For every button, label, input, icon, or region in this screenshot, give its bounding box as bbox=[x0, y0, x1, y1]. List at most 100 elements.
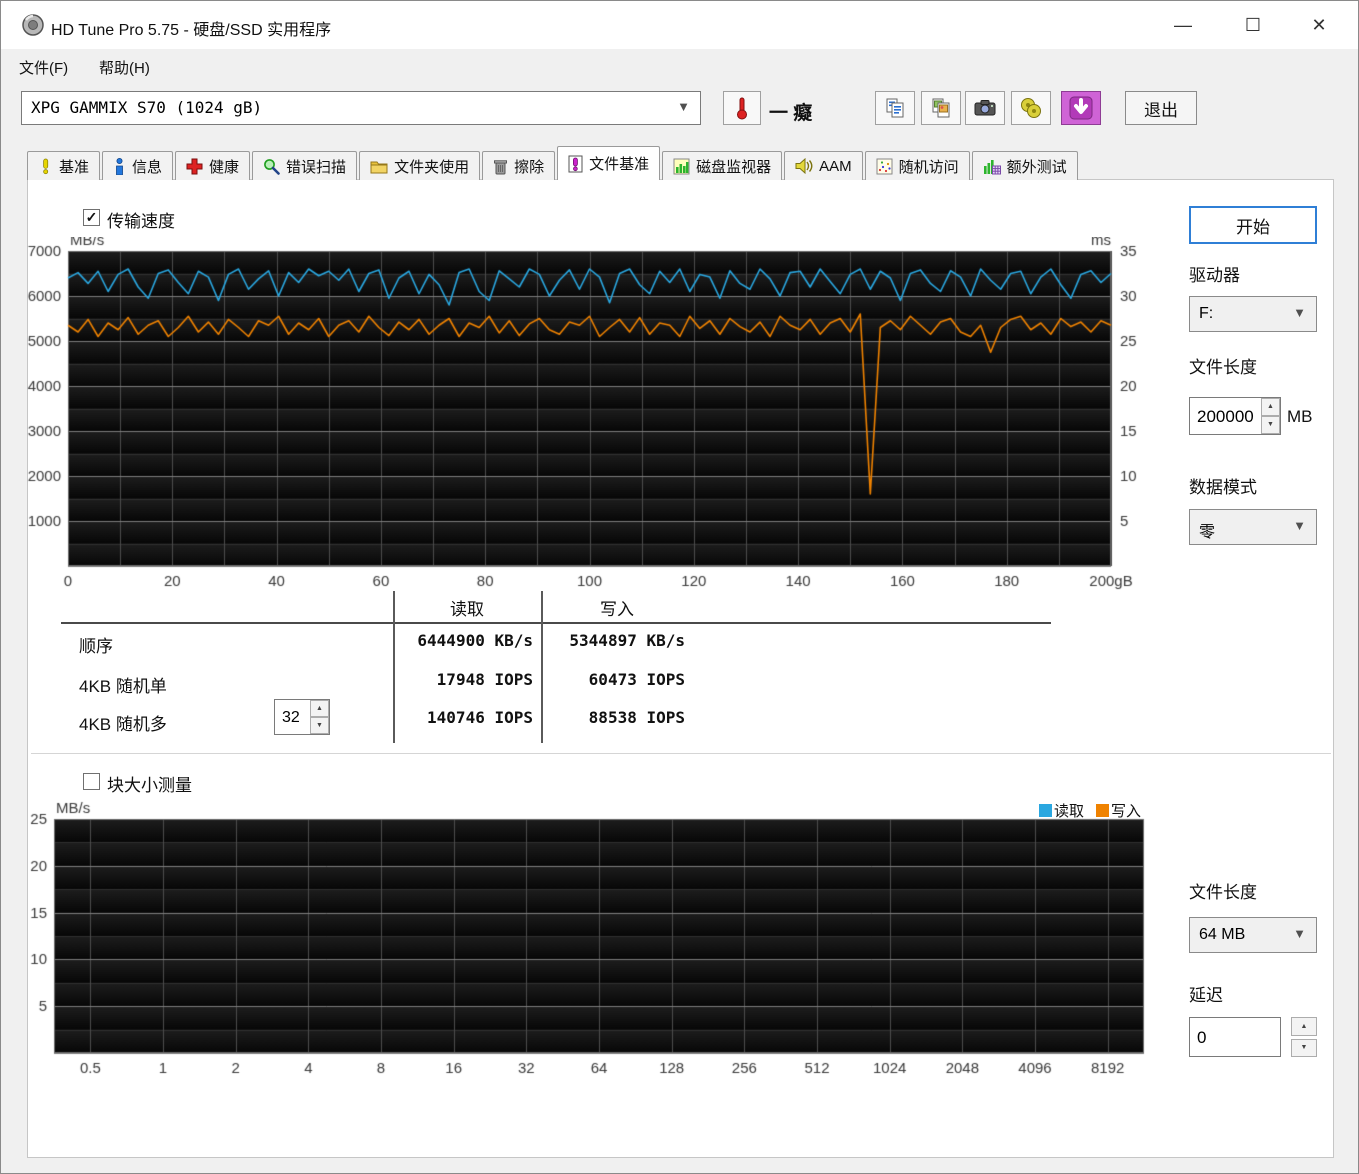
tab-error-scan[interactable]: 错误扫描 bbox=[252, 151, 358, 180]
copy-text-button[interactable] bbox=[875, 91, 915, 125]
temperature-button[interactable] bbox=[723, 91, 761, 125]
menu-file[interactable]: 文件(F) bbox=[7, 54, 80, 81]
spin-down-button[interactable]: ▼ bbox=[1261, 416, 1280, 434]
tab-disk-monitor[interactable]: 磁盘监视器 bbox=[662, 151, 783, 180]
transfer-speed-checkbox[interactable] bbox=[83, 209, 100, 226]
write-swatch bbox=[1096, 804, 1110, 817]
file-length-input[interactable] bbox=[1190, 398, 1262, 436]
file-length2-select[interactable]: 64 MB ▼ bbox=[1189, 917, 1317, 953]
tab-folder-usage[interactable]: 文件夹使用 bbox=[359, 151, 481, 180]
delay-input[interactable] bbox=[1190, 1018, 1280, 1058]
disk-monitor-icon bbox=[673, 158, 690, 174]
table-header-divider bbox=[61, 622, 1051, 624]
chevron-down-icon: ▼ bbox=[1293, 305, 1306, 320]
close-button[interactable]: ✕ bbox=[1294, 7, 1344, 43]
sequential-read-value: 6444900 KB/s bbox=[417, 631, 533, 650]
4kb-multi-write-value: 88538 IOPS bbox=[588, 708, 685, 727]
benchmark-icon bbox=[43, 158, 49, 174]
start-button[interactable]: 开始 bbox=[1189, 206, 1317, 244]
spin-up-button[interactable]: ▲ bbox=[1261, 398, 1280, 416]
tab-info[interactable]: 信息 bbox=[102, 151, 174, 180]
menu-help[interactable]: 帮助(H) bbox=[87, 54, 162, 81]
spin-down-button[interactable]: ▼ bbox=[1291, 1038, 1317, 1057]
delay-label: 延迟 bbox=[1189, 986, 1223, 1005]
drive-label: 驱动器 bbox=[1189, 266, 1240, 285]
info-icon bbox=[116, 157, 123, 175]
temperature-value: 一 癡 bbox=[769, 103, 813, 124]
spin-up-button[interactable]: ▲ bbox=[1291, 1017, 1317, 1036]
screenshot-button[interactable] bbox=[965, 91, 1005, 125]
delay-spinner: ▲ ▼ bbox=[1291, 1017, 1317, 1057]
exit-button[interactable]: 退出 bbox=[1125, 91, 1197, 125]
speaker-icon bbox=[795, 158, 813, 174]
spin-down-button[interactable]: ▼ bbox=[310, 717, 329, 734]
copy-text-icon bbox=[886, 98, 904, 118]
row-4kb-single-label: 4KB 随机单 bbox=[79, 677, 167, 696]
4kb-single-read-value: 17948 IOPS bbox=[436, 670, 533, 689]
block-size-chart bbox=[19, 799, 1169, 1089]
camera-icon bbox=[974, 100, 996, 116]
chevron-down-icon: ▼ bbox=[677, 99, 690, 114]
sequential-write-value: 5344897 KB/s bbox=[569, 631, 685, 650]
data-mode-select[interactable]: 零 ▼ bbox=[1189, 509, 1317, 545]
spin-up-button[interactable]: ▲ bbox=[310, 700, 329, 717]
queue-depth-input[interactable] bbox=[275, 700, 314, 736]
file-benchmark-icon bbox=[568, 155, 583, 172]
minimize-button[interactable]: — bbox=[1158, 7, 1208, 43]
health-cross-icon bbox=[186, 158, 203, 174]
tab-random-access[interactable]: 随机访问 bbox=[864, 151, 970, 180]
chart-legend: 读取 写入 bbox=[1039, 800, 1141, 821]
maximize-button[interactable]: ☐ bbox=[1228, 7, 1278, 43]
drive-select[interactable]: XPG GAMMIX S70 (1024 gB) ▼ bbox=[21, 91, 701, 125]
tab-strip: 基准 信息 健康 错误扫描 文件夹使用 擦除 文件基准 磁盘监视器 AAM 随机… bbox=[27, 146, 1080, 180]
write-column-header: 写入 bbox=[600, 600, 634, 619]
file-length-label: 文件长度 bbox=[1189, 358, 1257, 377]
4kb-single-write-value: 60473 IOPS bbox=[588, 670, 685, 689]
delay-field[interactable] bbox=[1189, 1017, 1281, 1058]
tab-file-benchmark[interactable]: 文件基准 bbox=[557, 146, 661, 180]
legend-write: 写入 bbox=[1096, 800, 1141, 821]
disks-icon bbox=[1021, 98, 1041, 118]
random-access-icon bbox=[876, 158, 893, 174]
read-column-header: 读取 bbox=[450, 600, 484, 619]
window-title: HD Tune Pro 5.75 - 硬盘/SSD 实用程序 bbox=[51, 22, 332, 39]
chevron-down-icon: ▼ bbox=[1293, 518, 1306, 533]
section-separator bbox=[31, 753, 1331, 755]
download-arrow-icon bbox=[1069, 96, 1093, 120]
tab-erase[interactable]: 擦除 bbox=[482, 151, 556, 180]
chevron-down-icon: ▼ bbox=[1293, 926, 1306, 941]
block-size-checkbox[interactable] bbox=[83, 773, 100, 790]
trash-icon bbox=[494, 159, 508, 174]
magnifier-icon bbox=[264, 158, 280, 175]
file-length-spinner[interactable]: ▲ ▼ bbox=[1189, 397, 1281, 436]
drive-select-value: XPG GAMMIX S70 (1024 gB) bbox=[31, 98, 263, 117]
transfer-speed-chart bbox=[26, 237, 1166, 593]
app-icon bbox=[21, 13, 45, 37]
download-button[interactable] bbox=[1061, 91, 1101, 125]
tab-benchmark[interactable]: 基准 bbox=[27, 151, 101, 180]
file-length2-label: 文件长度 bbox=[1189, 883, 1257, 902]
transfer-speed-label: 传输速度 bbox=[107, 212, 175, 231]
read-swatch bbox=[1039, 804, 1052, 817]
row-sequential-label: 顺序 bbox=[79, 637, 113, 656]
block-size-label: 块大小测量 bbox=[107, 776, 192, 795]
tab-extra-tests[interactable]: 额外测试 bbox=[971, 151, 1078, 180]
data-mode-label: 数据模式 bbox=[1189, 478, 1257, 497]
row-4kb-multi-label: 4KB 随机多 bbox=[79, 715, 167, 734]
tab-health[interactable]: 健康 bbox=[175, 151, 251, 180]
4kb-multi-read-value: 140746 IOPS bbox=[427, 708, 533, 727]
queue-depth-spinner[interactable]: ▲ ▼ bbox=[274, 699, 330, 736]
copy-image-icon bbox=[932, 98, 950, 118]
drive-letter-select[interactable]: F: ▼ bbox=[1189, 296, 1317, 332]
menu-bar: 文件(F) 帮助(H) bbox=[1, 49, 1358, 83]
thermometer-icon bbox=[737, 97, 747, 120]
legend-read: 读取 bbox=[1039, 800, 1084, 821]
save-results-button[interactable] bbox=[1011, 91, 1051, 125]
extra-tests-icon bbox=[983, 159, 1001, 174]
copy-image-button[interactable] bbox=[921, 91, 961, 125]
table-column-divider bbox=[541, 591, 543, 743]
file-length-unit: MB bbox=[1287, 407, 1313, 426]
folder-icon bbox=[370, 161, 388, 173]
app-window: HD Tune Pro 5.75 - 硬盘/SSD 实用程序 — ☐ ✕ 文件(… bbox=[0, 0, 1359, 1174]
tab-aam[interactable]: AAM bbox=[784, 151, 863, 180]
